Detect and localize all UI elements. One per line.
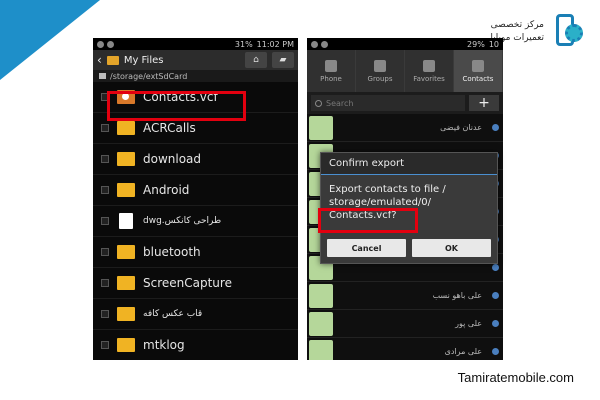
folder-icon <box>106 55 119 65</box>
avatar <box>309 339 333 360</box>
favorites-icon <box>423 59 435 72</box>
file-row[interactable]: Android <box>93 175 298 206</box>
app-title: My Files <box>123 54 164 66</box>
file-row[interactable]: ScreenCapture <box>93 268 298 299</box>
breadcrumb: /storage/extSdCard <box>93 70 298 82</box>
checkbox[interactable] <box>101 155 109 163</box>
contact-name: علی باهو نسب <box>432 291 482 300</box>
folder-icon <box>117 276 135 290</box>
tab-label: Contacts <box>462 74 494 83</box>
sim-icon <box>492 348 499 355</box>
list-item[interactable]: عدنان فیضی <box>307 114 503 142</box>
search-input[interactable]: Search <box>311 95 465 111</box>
file-row[interactable]: download <box>93 144 298 175</box>
contact-name: عدنان فیضی <box>440 123 482 132</box>
tab-favorites[interactable]: Favorites <box>405 50 454 92</box>
file-name: mtklog <box>143 338 185 352</box>
dialog-title: Confirm export <box>321 153 497 175</box>
file-name: ACRCalls <box>143 121 196 135</box>
brand-logo-icon <box>550 12 586 52</box>
file-row[interactable]: bluetooth <box>93 237 298 268</box>
list-item[interactable]: علی مرادی <box>307 338 503 360</box>
avatar <box>309 283 333 308</box>
folder-icon <box>117 183 135 197</box>
tab-label: Groups <box>367 74 393 83</box>
brand-line-1: مرکز تخصصی <box>490 20 544 30</box>
search-icon <box>315 99 322 107</box>
file-row[interactable]: mtklog <box>93 330 298 360</box>
footer-site: Tamiratemobile.com <box>457 370 574 385</box>
status-bar: 29% 10 <box>307 38 503 50</box>
checkbox[interactable] <box>101 341 109 349</box>
folder-icon <box>117 338 135 352</box>
sim-icon <box>492 264 499 271</box>
clock: 11:02 PM <box>256 39 294 49</box>
file-list: Contacts.vcf ACRCalls download Android طراحی… <box>93 82 298 360</box>
search-placeholder: Search <box>326 98 354 108</box>
file-name: قاب عکس کافه <box>143 309 203 319</box>
dialog-message-line-1: Export contacts to file / <box>329 184 446 195</box>
notification-icon <box>107 40 114 48</box>
app-bar: ‹ My Files ⌂ ▰ <box>93 50 298 70</box>
checkbox[interactable] <box>101 217 109 225</box>
clock: 10 <box>488 39 499 49</box>
sim-icon <box>492 124 499 131</box>
checkbox[interactable] <box>101 279 109 287</box>
contact-name: علی مرادی <box>444 347 482 356</box>
file-name: bluetooth <box>143 245 201 259</box>
document-icon <box>119 213 133 229</box>
tab-label: Phone <box>320 74 342 83</box>
folder-icon <box>117 245 135 259</box>
checkbox[interactable] <box>101 248 109 256</box>
status-bar: 31% 11:02 PM <box>93 38 298 50</box>
path-text: /storage/extSdCard <box>110 71 188 81</box>
file-name: download <box>143 152 202 166</box>
home-icon[interactable]: ⌂ <box>245 52 267 68</box>
back-arrow-icon[interactable]: ‹ <box>97 53 102 67</box>
tab-label: Favorites <box>413 74 445 83</box>
phone-icon <box>325 59 337 72</box>
list-item[interactable]: علی پور <box>307 310 503 338</box>
ok-button[interactable]: OK <box>412 239 491 257</box>
battery-level: 31% <box>234 39 253 49</box>
checkbox[interactable] <box>101 310 109 318</box>
list-item[interactable]: علی باهو نسب <box>307 282 503 310</box>
decorative-corner <box>0 0 100 80</box>
cancel-button[interactable]: Cancel <box>327 239 406 257</box>
folder-icon <box>117 121 135 135</box>
notification-icon <box>321 40 328 48</box>
file-name: طراحی کانکس.dwg <box>143 216 222 226</box>
folder-icon <box>117 307 135 321</box>
contact-name: علی پور <box>455 319 482 328</box>
tab-bar: Phone Groups Favorites Contacts <box>307 50 503 92</box>
checkbox[interactable] <box>101 124 109 132</box>
contacts-icon <box>472 59 484 72</box>
notification-icon <box>97 40 104 48</box>
file-row[interactable]: طراحی کانکس.dwg <box>93 206 298 237</box>
file-row[interactable]: قاب عکس کافه <box>93 299 298 330</box>
avatar <box>309 115 333 140</box>
sim-icon <box>492 292 499 299</box>
tab-phone[interactable]: Phone <box>307 50 356 92</box>
folder-up-icon[interactable]: ▰ <box>272 52 294 68</box>
notification-icon <box>311 40 318 48</box>
folder-icon <box>117 152 135 166</box>
highlight-box <box>107 91 246 121</box>
avatar <box>309 311 333 336</box>
file-name: ScreenCapture <box>143 276 232 290</box>
groups-icon <box>374 59 386 72</box>
highlight-box <box>318 208 418 233</box>
tab-contacts[interactable]: Contacts <box>454 50 503 92</box>
file-name: Android <box>143 183 190 197</box>
checkbox[interactable] <box>101 186 109 194</box>
storage-icon <box>99 73 106 79</box>
tab-groups[interactable]: Groups <box>356 50 405 92</box>
sim-icon <box>492 320 499 327</box>
add-contact-button[interactable]: + <box>469 95 499 111</box>
my-files-screen: 31% 11:02 PM ‹ My Files ⌂ ▰ /storage/ext… <box>93 38 298 360</box>
battery-level: 29% <box>467 39 485 49</box>
search-bar: Search + <box>307 92 503 114</box>
